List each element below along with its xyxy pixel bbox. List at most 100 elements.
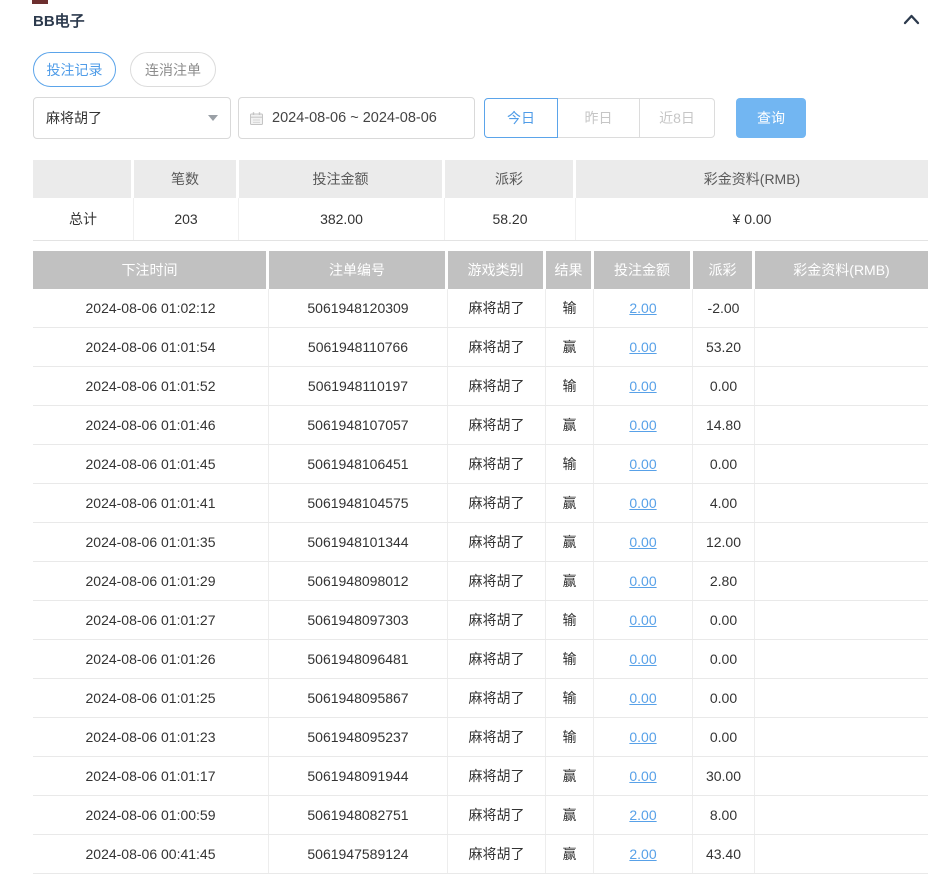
game-type-cell: 麻将胡了 [448,718,546,756]
bet-amount-cell: 0.00 [594,328,693,366]
result-cell: 赢 [546,562,594,600]
order-number-cell: 5061948082751 [269,796,448,834]
records-header-cell: 结果 [546,251,594,289]
table-row: 2024-08-06 00:41:45 5061947589124 麻将胡了赢 2.0… [33,835,928,874]
result-cell: 赢 [546,328,594,366]
bet-time-cell: 2024-08-06 01:01:23 [33,718,269,756]
order-number-cell: 5061948107057 [269,406,448,444]
game-type-cell: 麻将胡了 [448,367,546,405]
game-type-cell: 麻将胡了 [448,328,546,366]
search-button-label: 查询 [757,110,785,126]
bet-amount-link[interactable]: 2.00 [629,807,656,823]
bet-time-cell: 2024-08-06 01:00:59 [33,796,269,834]
records-table: 下注时间 注单编号 游戏类别 结果 投注金额 派彩 彩金资料(RMB) 2024-08-06… [33,251,928,874]
table-row: 2024-08-06 01:01:46 5061948107057 麻将胡了赢 0.0… [33,406,928,445]
table-row: 2024-08-06 01:01:54 5061948110766 麻将胡了赢 0.0… [33,328,928,367]
tab-bet-records[interactable]: 投注记录 [33,52,116,87]
bonus-cell [755,523,928,561]
chevron-down-icon [208,115,218,121]
button-label: 近8日 [659,110,695,126]
bet-amount-link[interactable]: 0.00 [629,729,656,745]
bet-amount-cell: 0.00 [594,718,693,756]
last-8-days-button[interactable]: 近8日 [639,98,715,138]
bet-amount-cell: 0.00 [594,601,693,639]
bet-time-cell: 2024-08-06 01:01:46 [33,406,269,444]
bet-time-cell: 2024-08-06 01:01:26 [33,640,269,678]
result-cell: 赢 [546,523,594,561]
bonus-cell [755,835,928,873]
payout-cell: 30.00 [693,757,755,795]
bet-amount-link[interactable]: 0.00 [629,612,656,628]
payout-cell: -2.00 [693,289,755,327]
yesterday-button[interactable]: 昨日 [557,98,640,138]
payout-cell: 14.80 [693,406,755,444]
table-row: 2024-08-06 01:01:23 5061948095237 麻将胡了输 0.0… [33,718,928,757]
table-row: 2024-08-06 01:01:41 5061948104575 麻将胡了赢 0.0… [33,484,928,523]
bet-amount-link[interactable]: 0.00 [629,651,656,667]
records-header-cell: 彩金资料(RMB) [755,251,928,289]
order-number-cell: 5061948110197 [269,367,448,405]
table-row: 2024-08-06 01:01:27 5061948097303 麻将胡了输 0.0… [33,601,928,640]
summary-header-cell [33,160,134,198]
records-header-cell: 游戏类别 [448,251,546,289]
order-number-cell: 5061948120309 [269,289,448,327]
game-type-cell: 麻将胡了 [448,484,546,522]
game-type-cell: 麻将胡了 [448,562,546,600]
bonus-cell [755,601,928,639]
bet-amount-link[interactable]: 0.00 [629,495,656,511]
bet-amount-cell: 0.00 [594,679,693,717]
game-type-cell: 麻将胡了 [448,406,546,444]
summary-table-header-row: 笔数 投注金额 派彩 彩金资料(RMB) [33,160,928,198]
game-type-cell: 麻将胡了 [448,601,546,639]
result-cell: 输 [546,445,594,483]
tab-label: 连消注单 [145,61,201,78]
today-button[interactable]: 今日 [484,98,558,138]
search-button[interactable]: 查询 [736,98,806,138]
summary-value-cell: 总计 [33,198,134,240]
order-number-cell: 5061948110766 [269,328,448,366]
tab-label: 投注记录 [46,61,103,78]
payout-cell: 0.00 [693,679,755,717]
bet-time-cell: 2024-08-06 01:01:54 [33,328,269,366]
bet-amount-link[interactable]: 0.00 [629,534,656,550]
bet-time-cell: 2024-08-06 01:01:45 [33,445,269,483]
game-type-cell: 麻将胡了 [448,523,546,561]
bet-amount-cell: 0.00 [594,757,693,795]
tab-cancelled-orders[interactable]: 连消注单 [130,52,216,87]
summary-value-cell: ¥ 0.00 [732,211,772,227]
result-cell: 赢 [546,757,594,795]
table-row: 2024-08-06 01:00:59 5061948082751 麻将胡了赢 2.0… [33,796,928,835]
payout-cell: 43.40 [693,835,755,873]
result-cell: 赢 [546,796,594,834]
bet-amount-link[interactable]: 0.00 [629,456,656,472]
game-type-cell: 麻将胡了 [448,796,546,834]
game-type-select[interactable]: 麻将胡了 [33,97,231,139]
order-number-cell: 5061948104575 [269,484,448,522]
payout-cell: 0.00 [693,718,755,756]
bet-amount-link[interactable]: 0.00 [629,417,656,433]
result-cell: 输 [546,289,594,327]
payout-cell: 0.00 [693,445,755,483]
bet-time-cell: 2024-08-06 01:01:29 [33,562,269,600]
bet-amount-link[interactable]: 0.00 [629,339,656,355]
table-row: 2024-08-06 01:01:17 5061948091944 麻将胡了赢 0.0… [33,757,928,796]
result-cell: 输 [546,367,594,405]
bet-amount-link[interactable]: 2.00 [629,300,656,316]
payout-cell: 4.00 [693,484,755,522]
game-type-cell: 麻将胡了 [448,835,546,873]
payout-cell: 12.00 [693,523,755,561]
payout-cell: 8.00 [693,796,755,834]
bet-amount-link[interactable]: 0.00 [629,573,656,589]
date-range-value: 2024-08-06 ~ 2024-08-06 [272,110,437,126]
date-range-input[interactable]: 2024-08-06 ~ 2024-08-06 [238,97,475,139]
bonus-cell [755,679,928,717]
bet-amount-link[interactable]: 0.00 [629,690,656,706]
betting-records-panel: { "panel": { "title": "BB电子", "collapse_… [0,0,936,874]
bet-amount-link[interactable]: 0.00 [629,768,656,784]
bet-amount-link[interactable]: 2.00 [629,846,656,862]
bet-amount-cell: 0.00 [594,484,693,522]
order-number-cell: 5061948095237 [269,718,448,756]
collapse-panel-button[interactable] [899,10,923,32]
game-type-cell: 麻将胡了 [448,445,546,483]
bet-amount-link[interactable]: 0.00 [629,378,656,394]
